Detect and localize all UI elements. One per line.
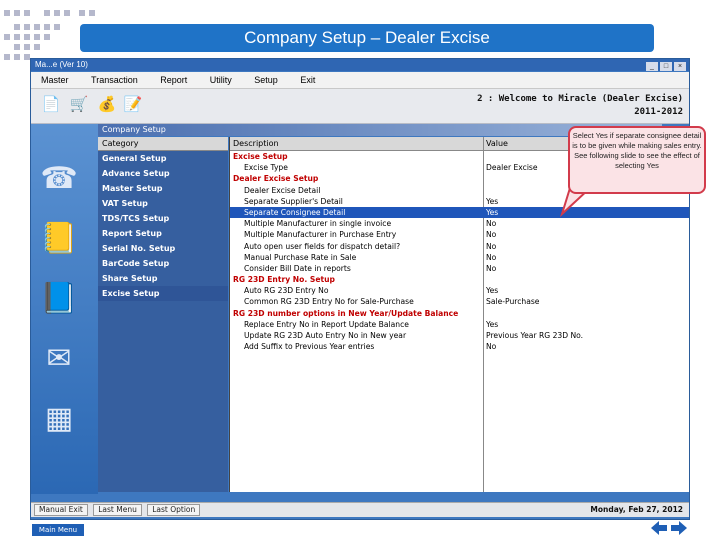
menu-report[interactable]: Report (160, 72, 187, 88)
row-value[interactable]: Yes (486, 207, 498, 218)
row-description: RG 23D Entry No. Setup (233, 275, 335, 285)
table-row[interactable]: Auto open user fields for dispatch detai… (230, 241, 689, 252)
table-row[interactable]: Manual Purchase Rate in Sale No (230, 252, 689, 263)
decorative-side-panel: ☎ 📒 📘 ✉ ▦ (31, 124, 98, 494)
row-description: Common RG 23D Entry No for Sale-Purchase (244, 297, 414, 307)
menu-setup[interactable]: Setup (254, 72, 278, 88)
row-value[interactable]: No (486, 341, 496, 352)
row-value[interactable]: No (486, 218, 496, 229)
table-row[interactable]: Replace Entry No in Report Update Balanc… (230, 319, 689, 330)
menubar: Master Transaction Report Utility Setup … (31, 72, 689, 89)
book-icon: 📘 (40, 281, 78, 316)
category-item[interactable]: Report Setup (98, 226, 228, 241)
category-header: Category (98, 137, 228, 151)
description-header: Description (233, 139, 279, 148)
minimize-button[interactable]: _ (646, 62, 658, 71)
category-item[interactable]: Share Setup (98, 271, 228, 286)
category-item[interactable]: VAT Setup (98, 196, 228, 211)
row-description: Add Suffix to Previous Year entries (244, 342, 375, 352)
table-row[interactable]: Consider Bill Date in reports No (230, 263, 689, 274)
row-description: Auto RG 23D Entry No (244, 286, 329, 296)
main-menu-button[interactable]: Main Menu (32, 524, 84, 536)
row-value[interactable]: Dealer Excise (486, 162, 538, 173)
window-titlebar: Ma...e (Ver 10) _ □ × (31, 59, 689, 71)
notebook-icon: 📒 (40, 221, 78, 256)
table-row[interactable]: Multiple Manufacturer in Purchase Entry N… (230, 229, 689, 240)
welcome-line: 2 : Welcome to Miracle (Dealer Excise) (477, 94, 683, 104)
category-item[interactable]: BarCode Setup (98, 256, 228, 271)
next-arrow-icon[interactable] (670, 519, 688, 537)
value-header: Value (486, 139, 508, 148)
row-value[interactable]: Yes (486, 319, 498, 330)
money-bag-icon[interactable]: 💰 (97, 92, 117, 116)
menu-exit[interactable]: Exit (300, 72, 315, 88)
row-description: Multiple Manufacturer in single invoice (244, 219, 392, 229)
financial-year: 2011-2012 (634, 107, 683, 117)
document-icon[interactable]: 📄 (41, 92, 61, 116)
row-value[interactable]: Yes (486, 196, 498, 207)
status-date: Monday, Feb 27, 2012 (590, 505, 683, 514)
row-value[interactable]: Yes (486, 285, 498, 296)
table-row[interactable]: Separate Consignee Detail Yes (230, 206, 689, 219)
menu-transaction[interactable]: Transaction (91, 72, 138, 88)
category-item[interactable]: Excise Setup (98, 286, 228, 301)
row-description: Multiple Manufacturer in Purchase Entry (244, 230, 397, 240)
row-value[interactable]: No (486, 241, 496, 252)
last-option-button[interactable]: Last Option (147, 504, 201, 516)
maximize-button[interactable]: □ (660, 62, 672, 71)
cart-icon[interactable]: 🛒 (69, 92, 89, 116)
row-description: Update RG 23D Auto Entry No in New year (244, 331, 407, 340)
email-icon: ✉ (46, 341, 72, 376)
section-header-row: RG 23D Entry No. Setup (230, 274, 689, 285)
row-description: Separate Supplier's Detail (244, 196, 343, 206)
menu-master[interactable]: Master (41, 72, 69, 88)
row-description: RG 23D number options in New Year/Update… (233, 308, 459, 318)
row-value[interactable]: Sale-Purchase (486, 296, 539, 307)
close-button[interactable]: × (674, 62, 686, 71)
row-description: Manual Purchase Rate in Sale (244, 252, 357, 262)
row-description: Excise Setup (233, 152, 288, 161)
notepad-icon[interactable]: 📝 (123, 92, 143, 116)
category-item[interactable]: Master Setup (98, 181, 228, 196)
row-description: Consider Bill Date in reports (244, 263, 351, 273)
toolbar: 📄 🛒 💰 📝 2 : Welcome to Miracle (Dealer E… (31, 89, 689, 124)
row-description: Separate Consignee Detail (244, 207, 346, 217)
section-header-row: RG 23D number options in New Year/Update… (230, 308, 689, 319)
row-description: Dealer Excise Detail (244, 185, 321, 195)
previous-arrow-icon[interactable] (650, 519, 668, 537)
table-row[interactable]: Multiple Manufacturer in single invoice N… (230, 218, 689, 229)
table-row[interactable]: Update RG 23D Auto Entry No in New year P… (230, 330, 689, 341)
row-description: Auto open user fields for dispatch detai… (244, 241, 401, 251)
row-value[interactable]: No (486, 252, 496, 263)
category-panel: Category General Setup Advance Setup Maste… (98, 137, 228, 492)
help-callout: Select Yes if separate consignee detail … (568, 126, 706, 194)
welcome-banner: 2 : Welcome to Miracle (Dealer Excise) 2… (477, 93, 683, 119)
last-menu-button[interactable]: Last Menu (93, 504, 142, 516)
menu-utility[interactable]: Utility (210, 72, 232, 88)
category-item[interactable]: TDS/TCS Setup (98, 211, 228, 226)
manual-exit-button[interactable]: Manual Exit (34, 504, 88, 516)
table-row[interactable]: Add Suffix to Previous Year entries No (230, 341, 689, 352)
row-description: Dealer Excise Setup (233, 174, 319, 184)
table-row[interactable]: Auto RG 23D Entry No Yes (230, 285, 689, 296)
table-row[interactable]: Separate Supplier's Detail Yes (230, 196, 689, 207)
row-description: Replace Entry No in Report Update Balanc… (244, 319, 409, 329)
category-item[interactable]: Serial No. Setup (98, 241, 228, 256)
phone-icon: ☎ (40, 161, 78, 196)
slide-title: Company Setup – Dealer Excise (80, 24, 654, 52)
statusbar: Manual Exit Last Menu Last Option Monday… (31, 502, 689, 517)
row-value[interactable]: No (486, 263, 496, 274)
row-description: Excise Type (244, 163, 288, 173)
row-value[interactable]: No (486, 229, 496, 240)
row-value[interactable]: Previous Year RG 23D No. (486, 330, 583, 341)
category-item[interactable]: Advance Setup (98, 166, 228, 181)
window-title: Ma...e (Ver 10) (35, 60, 88, 69)
building-icon: ▦ (44, 401, 74, 436)
table-row[interactable]: Common RG 23D Entry No for Sale-Purchase… (230, 296, 689, 307)
category-item[interactable]: General Setup (98, 151, 228, 166)
